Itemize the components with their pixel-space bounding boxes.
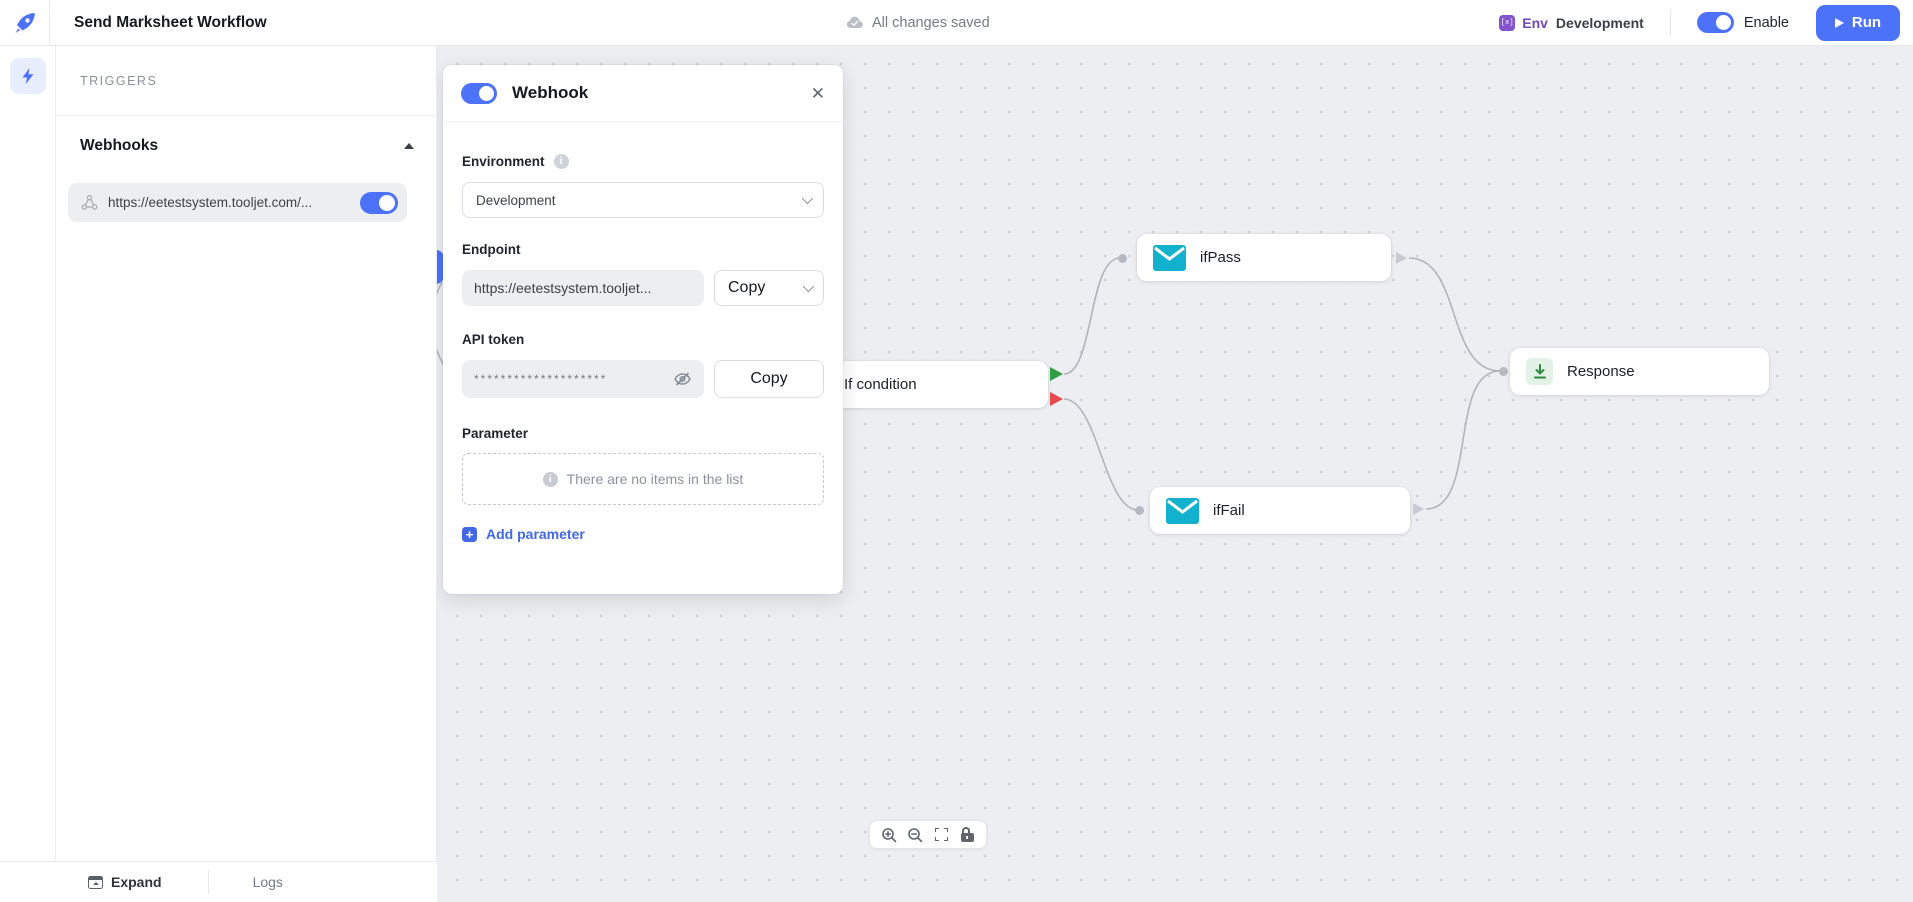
- environment-label-row: Environment i: [462, 154, 824, 169]
- webhook-icon: [81, 194, 98, 211]
- triggers-sidebar: TRIGGERS Webhooks https://eetestsystem.t…: [56, 46, 437, 861]
- canvas-toolbar: [869, 820, 987, 849]
- close-icon[interactable]: ✕: [811, 85, 825, 102]
- edge-ifpass-to-response: [1409, 258, 1500, 371]
- environment-selected-value: Development: [476, 193, 556, 208]
- workflow-title: Send Marksheet Workflow: [74, 0, 267, 45]
- toggle-knob: [379, 195, 395, 211]
- node-response[interactable]: Response: [1510, 348, 1769, 395]
- plus-icon: +: [462, 527, 477, 542]
- run-label: Run: [1852, 14, 1881, 31]
- node-label: If condition: [844, 376, 917, 393]
- endpoint-label: Endpoint: [462, 242, 824, 257]
- expand-icon: [88, 876, 103, 889]
- expand-label: Expand: [111, 874, 162, 890]
- zoom-in-icon[interactable]: [881, 826, 898, 843]
- endpoint-value: https://eetestsystem.tooljet...: [474, 280, 651, 296]
- webhook-config-panel: Webhook ✕ Environment i Development Endp…: [443, 65, 843, 594]
- rocket-icon: [12, 10, 38, 36]
- fit-view-icon[interactable]: [933, 826, 950, 843]
- node-label: ifFail: [1213, 502, 1245, 519]
- header-divider: [1670, 10, 1671, 36]
- env-label: Env: [1522, 15, 1548, 31]
- triggers-rail-item[interactable]: [10, 58, 46, 94]
- eye-off-icon[interactable]: [673, 371, 692, 387]
- node-label: ifPass: [1200, 249, 1241, 266]
- environment-select[interactable]: Development: [462, 182, 824, 218]
- edge-false-to-iffail: [1064, 399, 1138, 510]
- app-logo[interactable]: [0, 0, 50, 45]
- header-actions: [x] Env Development Enable Run: [1499, 0, 1900, 45]
- cloud-check-icon: [846, 16, 863, 29]
- parameter-label: Parameter: [462, 426, 824, 441]
- node-ifpass[interactable]: ifPass: [1137, 234, 1391, 281]
- response-input-dot[interactable]: [1499, 367, 1508, 376]
- add-parameter-button[interactable]: + Add parameter: [462, 526, 824, 542]
- api-token-label: API token: [462, 332, 824, 347]
- bottom-bar: Expand Logs: [0, 861, 437, 902]
- enable-label: Enable: [1744, 15, 1789, 31]
- footer-divider: [208, 870, 209, 894]
- save-status-text: All changes saved: [872, 15, 990, 31]
- mail-icon: [1153, 245, 1186, 271]
- node-label: Response: [1567, 363, 1635, 380]
- lightning-icon: [19, 67, 37, 85]
- ifpass-output-handle[interactable]: [1396, 252, 1407, 264]
- webhooks-group-header[interactable]: Webhooks: [80, 134, 414, 158]
- env-value[interactable]: Development: [1556, 15, 1644, 31]
- sidebar-divider: [56, 115, 437, 116]
- modal-body: Environment i Development Endpoint https…: [443, 154, 843, 542]
- mail-icon: [1166, 498, 1199, 524]
- toggle-knob: [1716, 15, 1731, 30]
- chevron-down-icon: [802, 193, 813, 204]
- webhook-toggle[interactable]: [360, 192, 398, 214]
- info-icon: i: [543, 472, 558, 487]
- enable-toggle[interactable]: [1697, 12, 1734, 33]
- add-parameter-label: Add parameter: [486, 526, 585, 542]
- triggers-section-title: TRIGGERS: [80, 74, 157, 88]
- iffail-input-dot[interactable]: [1135, 506, 1144, 515]
- collapse-caret-icon[interactable]: [404, 143, 414, 149]
- chevron-down-icon: [803, 281, 814, 292]
- if-true-handle[interactable]: [1050, 367, 1063, 381]
- copy-dropdown-label: Copy: [728, 279, 765, 297]
- env-icon: [x]: [1499, 15, 1515, 31]
- response-icon: [1526, 358, 1553, 385]
- parameter-empty-state: i There are no items in the list: [462, 453, 824, 505]
- modal-title: Webhook: [512, 83, 811, 103]
- api-token-input[interactable]: ********************: [462, 360, 704, 398]
- webhooks-group-title: Webhooks: [80, 137, 158, 155]
- environment-label: Environment: [462, 154, 545, 169]
- lock-icon[interactable]: [959, 826, 976, 843]
- top-bar: Send Marksheet Workflow All changes save…: [0, 0, 1913, 46]
- save-status: All changes saved: [846, 0, 990, 45]
- left-icon-rail: [0, 46, 56, 902]
- node-iffail[interactable]: ifFail: [1150, 487, 1410, 534]
- iffail-output-handle[interactable]: [1413, 503, 1424, 515]
- modal-header: Webhook ✕: [443, 65, 843, 122]
- ifpass-input-dot[interactable]: [1118, 254, 1127, 263]
- endpoint-input[interactable]: https://eetestsystem.tooljet...: [462, 270, 704, 306]
- api-token-copy-button[interactable]: Copy: [714, 360, 824, 398]
- webhook-enabled-toggle[interactable]: [461, 83, 497, 104]
- api-token-masked-value: ********************: [474, 372, 673, 386]
- run-button[interactable]: Run: [1816, 5, 1900, 41]
- zoom-out-icon[interactable]: [907, 826, 924, 843]
- empty-list-text: There are no items in the list: [567, 471, 744, 487]
- play-icon: [1835, 18, 1844, 28]
- endpoint-copy-dropdown[interactable]: Copy: [714, 270, 824, 306]
- expand-button[interactable]: Expand: [88, 874, 162, 890]
- webhook-url: https://eetestsystem.tooljet.com/...: [108, 195, 350, 210]
- if-false-handle[interactable]: [1050, 392, 1063, 406]
- toggle-knob: [479, 86, 494, 101]
- edge-true-to-ifpass: [1064, 258, 1120, 374]
- webhook-list-item[interactable]: https://eetestsystem.tooljet.com/...: [68, 183, 407, 222]
- edge-iffail-to-response: [1426, 371, 1500, 509]
- logs-button[interactable]: Logs: [253, 874, 283, 890]
- info-icon: i: [554, 154, 569, 169]
